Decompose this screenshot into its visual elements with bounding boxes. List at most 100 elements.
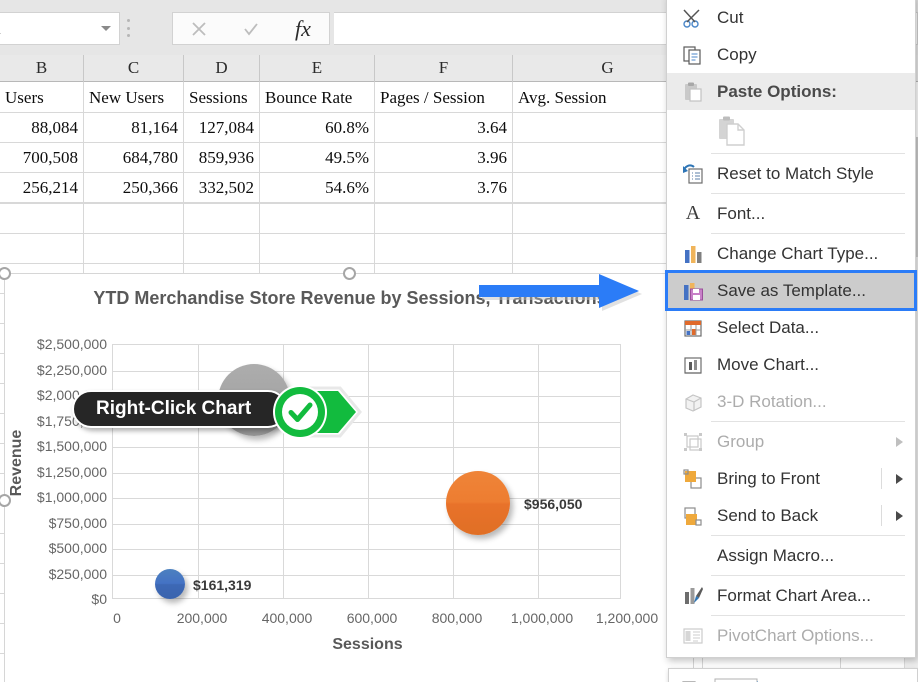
y-tick-label: $2,250,000 — [7, 362, 107, 378]
chevron-right-icon[interactable] — [896, 511, 903, 521]
menu-item-label: PivotChart Options... — [711, 626, 874, 646]
bubble-paid-traffic[interactable] — [155, 569, 185, 599]
menu-item-bring-to-front[interactable]: Bring to Front — [667, 460, 915, 497]
green-check-badge-icon — [264, 382, 368, 442]
mini-toolbar[interactable] — [668, 668, 918, 682]
table-cell[interactable]: Pages / Session — [375, 83, 513, 113]
menu-item-send-to-back[interactable]: Send to Back — [667, 497, 915, 534]
pivotchart-icon — [675, 621, 711, 651]
menu-item-label: Group — [711, 432, 764, 452]
grid-line — [368, 345, 369, 598]
table-cell[interactable]: 250,366 — [84, 173, 184, 203]
save-template-icon — [675, 276, 711, 306]
table-cell[interactable]: 54.6% — [260, 173, 375, 203]
bubble-label-paid-traffic: $161,319 — [193, 577, 251, 593]
menu-item-move-chart[interactable]: Move Chart... — [667, 346, 915, 383]
menu-item-font[interactable]: A Font... — [667, 195, 915, 232]
menu-item-cut[interactable]: Cut — [667, 0, 915, 36]
menu-separator — [711, 421, 905, 422]
menu-separator — [711, 233, 905, 234]
menu-item-format-chart-area[interactable]: Format Chart Area... — [667, 577, 915, 614]
menu-divider — [881, 468, 882, 489]
check-icon[interactable] — [225, 13, 277, 44]
table-cell[interactable]: 700,508 — [0, 143, 84, 173]
table-cell[interactable]: 81,164 — [84, 113, 184, 143]
move-chart-icon — [675, 350, 711, 380]
y-tick-label: $500,000 — [7, 540, 107, 556]
chevron-right-icon[interactable] — [896, 474, 903, 484]
column-header-D[interactable]: D — [184, 55, 260, 82]
formula-bar-grip[interactable] — [126, 19, 130, 37]
cancel-icon[interactable] — [173, 13, 225, 44]
fill-color-icon[interactable] — [713, 677, 773, 682]
x-tick-label: 400,000 — [262, 610, 313, 626]
chart-type-icon — [675, 239, 711, 269]
table-cell[interactable]: 332,502 — [184, 173, 260, 203]
menu-item-paste-thumbnail[interactable] — [667, 110, 915, 152]
table-cell[interactable]: 256,214 — [0, 173, 84, 203]
formula-bar-buttons: fx — [172, 12, 330, 45]
paste-clipboard-thumb-icon[interactable] — [711, 116, 751, 146]
group-icon — [675, 427, 711, 457]
scissors-icon — [675, 3, 711, 33]
menu-separator — [711, 615, 905, 616]
table-cell[interactable]: 684,780 — [84, 143, 184, 173]
table-cell[interactable]: 88,084 — [0, 113, 84, 143]
menu-item-assign-macro[interactable]: Assign Macro... — [667, 537, 915, 574]
table-cell[interactable]: New Users — [84, 83, 184, 113]
context-menu[interactable]: Cut Copy Paste Options: — [666, 0, 916, 658]
menu-item-reset-to-match-style[interactable]: Reset to Match Style — [667, 155, 915, 192]
x-tick-label: 1,200,000 — [596, 610, 658, 626]
insert-function-icon[interactable]: fx — [277, 13, 329, 44]
name-box-dropdown-icon[interactable] — [93, 13, 119, 44]
menu-item-label: Select Data... — [711, 318, 819, 338]
menu-item-label: Font... — [711, 204, 765, 224]
menu-item-label: Cut — [711, 8, 743, 28]
name-box-value: art 1 — [0, 18, 93, 39]
menu-item-save-as-template[interactable]: Save as Template... — [667, 272, 915, 309]
menu-item-copy[interactable]: Copy — [667, 36, 915, 73]
chart-object[interactable]: YTD Merchandise Store Revenue by Session… — [4, 273, 694, 682]
chart-resize-handle[interactable] — [343, 267, 356, 280]
bubble-organic-traffic[interactable] — [446, 471, 510, 535]
table-cell[interactable]: 3.96 — [375, 143, 513, 173]
menu-item-change-chart-type[interactable]: Change Chart Type... — [667, 235, 915, 272]
menu-separator — [711, 193, 905, 194]
format-painter-icon[interactable] — [679, 678, 701, 682]
menu-item-select-data[interactable]: Select Data... — [667, 309, 915, 346]
table-cell[interactable]: 49.5% — [260, 143, 375, 173]
menu-divider — [881, 505, 882, 526]
column-header-E[interactable]: E — [260, 55, 375, 82]
table-cell[interactable]: 3.64 — [375, 113, 513, 143]
chart-resize-handle[interactable] — [0, 267, 11, 280]
menu-item-label: Move Chart... — [711, 355, 819, 375]
menu-item-label: Copy — [711, 45, 757, 65]
table-cell[interactable]: 60.8% — [260, 113, 375, 143]
table-cell[interactable]: 859,936 — [184, 143, 260, 173]
column-header-C[interactable]: C — [84, 55, 184, 82]
reset-style-icon — [675, 159, 711, 189]
table-cell[interactable]: Bounce Rate — [260, 83, 375, 113]
grid-line — [113, 473, 620, 474]
menu-item-group: Group — [667, 423, 915, 460]
table-cell[interactable]: Sessions — [184, 83, 260, 113]
x-tick-label: 200,000 — [177, 610, 228, 626]
menu-separator — [711, 575, 905, 576]
name-box[interactable]: art 1 — [0, 12, 120, 45]
excel-worksheet-screen: art 1 fx B C D E F G Users New Users Ses… — [0, 0, 918, 682]
table-cell[interactable]: 3.76 — [375, 173, 513, 203]
x-tick-label: 600,000 — [347, 610, 398, 626]
grid-line — [113, 575, 620, 576]
y-axis-ticks: $2,500,000 $2,250,000 $2,000,000 $1,750,… — [5, 344, 107, 601]
x-tick-label: 0 — [113, 610, 121, 626]
column-header-F[interactable]: F — [375, 55, 513, 82]
clipboard-icon — [675, 77, 711, 107]
grid-line — [113, 549, 620, 550]
column-header-B[interactable]: B — [0, 55, 84, 82]
table-cell[interactable]: 127,084 — [184, 113, 260, 143]
x-axis-title[interactable]: Sessions — [112, 636, 623, 654]
table-cell[interactable]: Users — [0, 83, 84, 113]
spacer — [675, 116, 711, 146]
send-back-icon — [675, 501, 711, 531]
menu-section-label: Paste Options: — [711, 82, 837, 102]
